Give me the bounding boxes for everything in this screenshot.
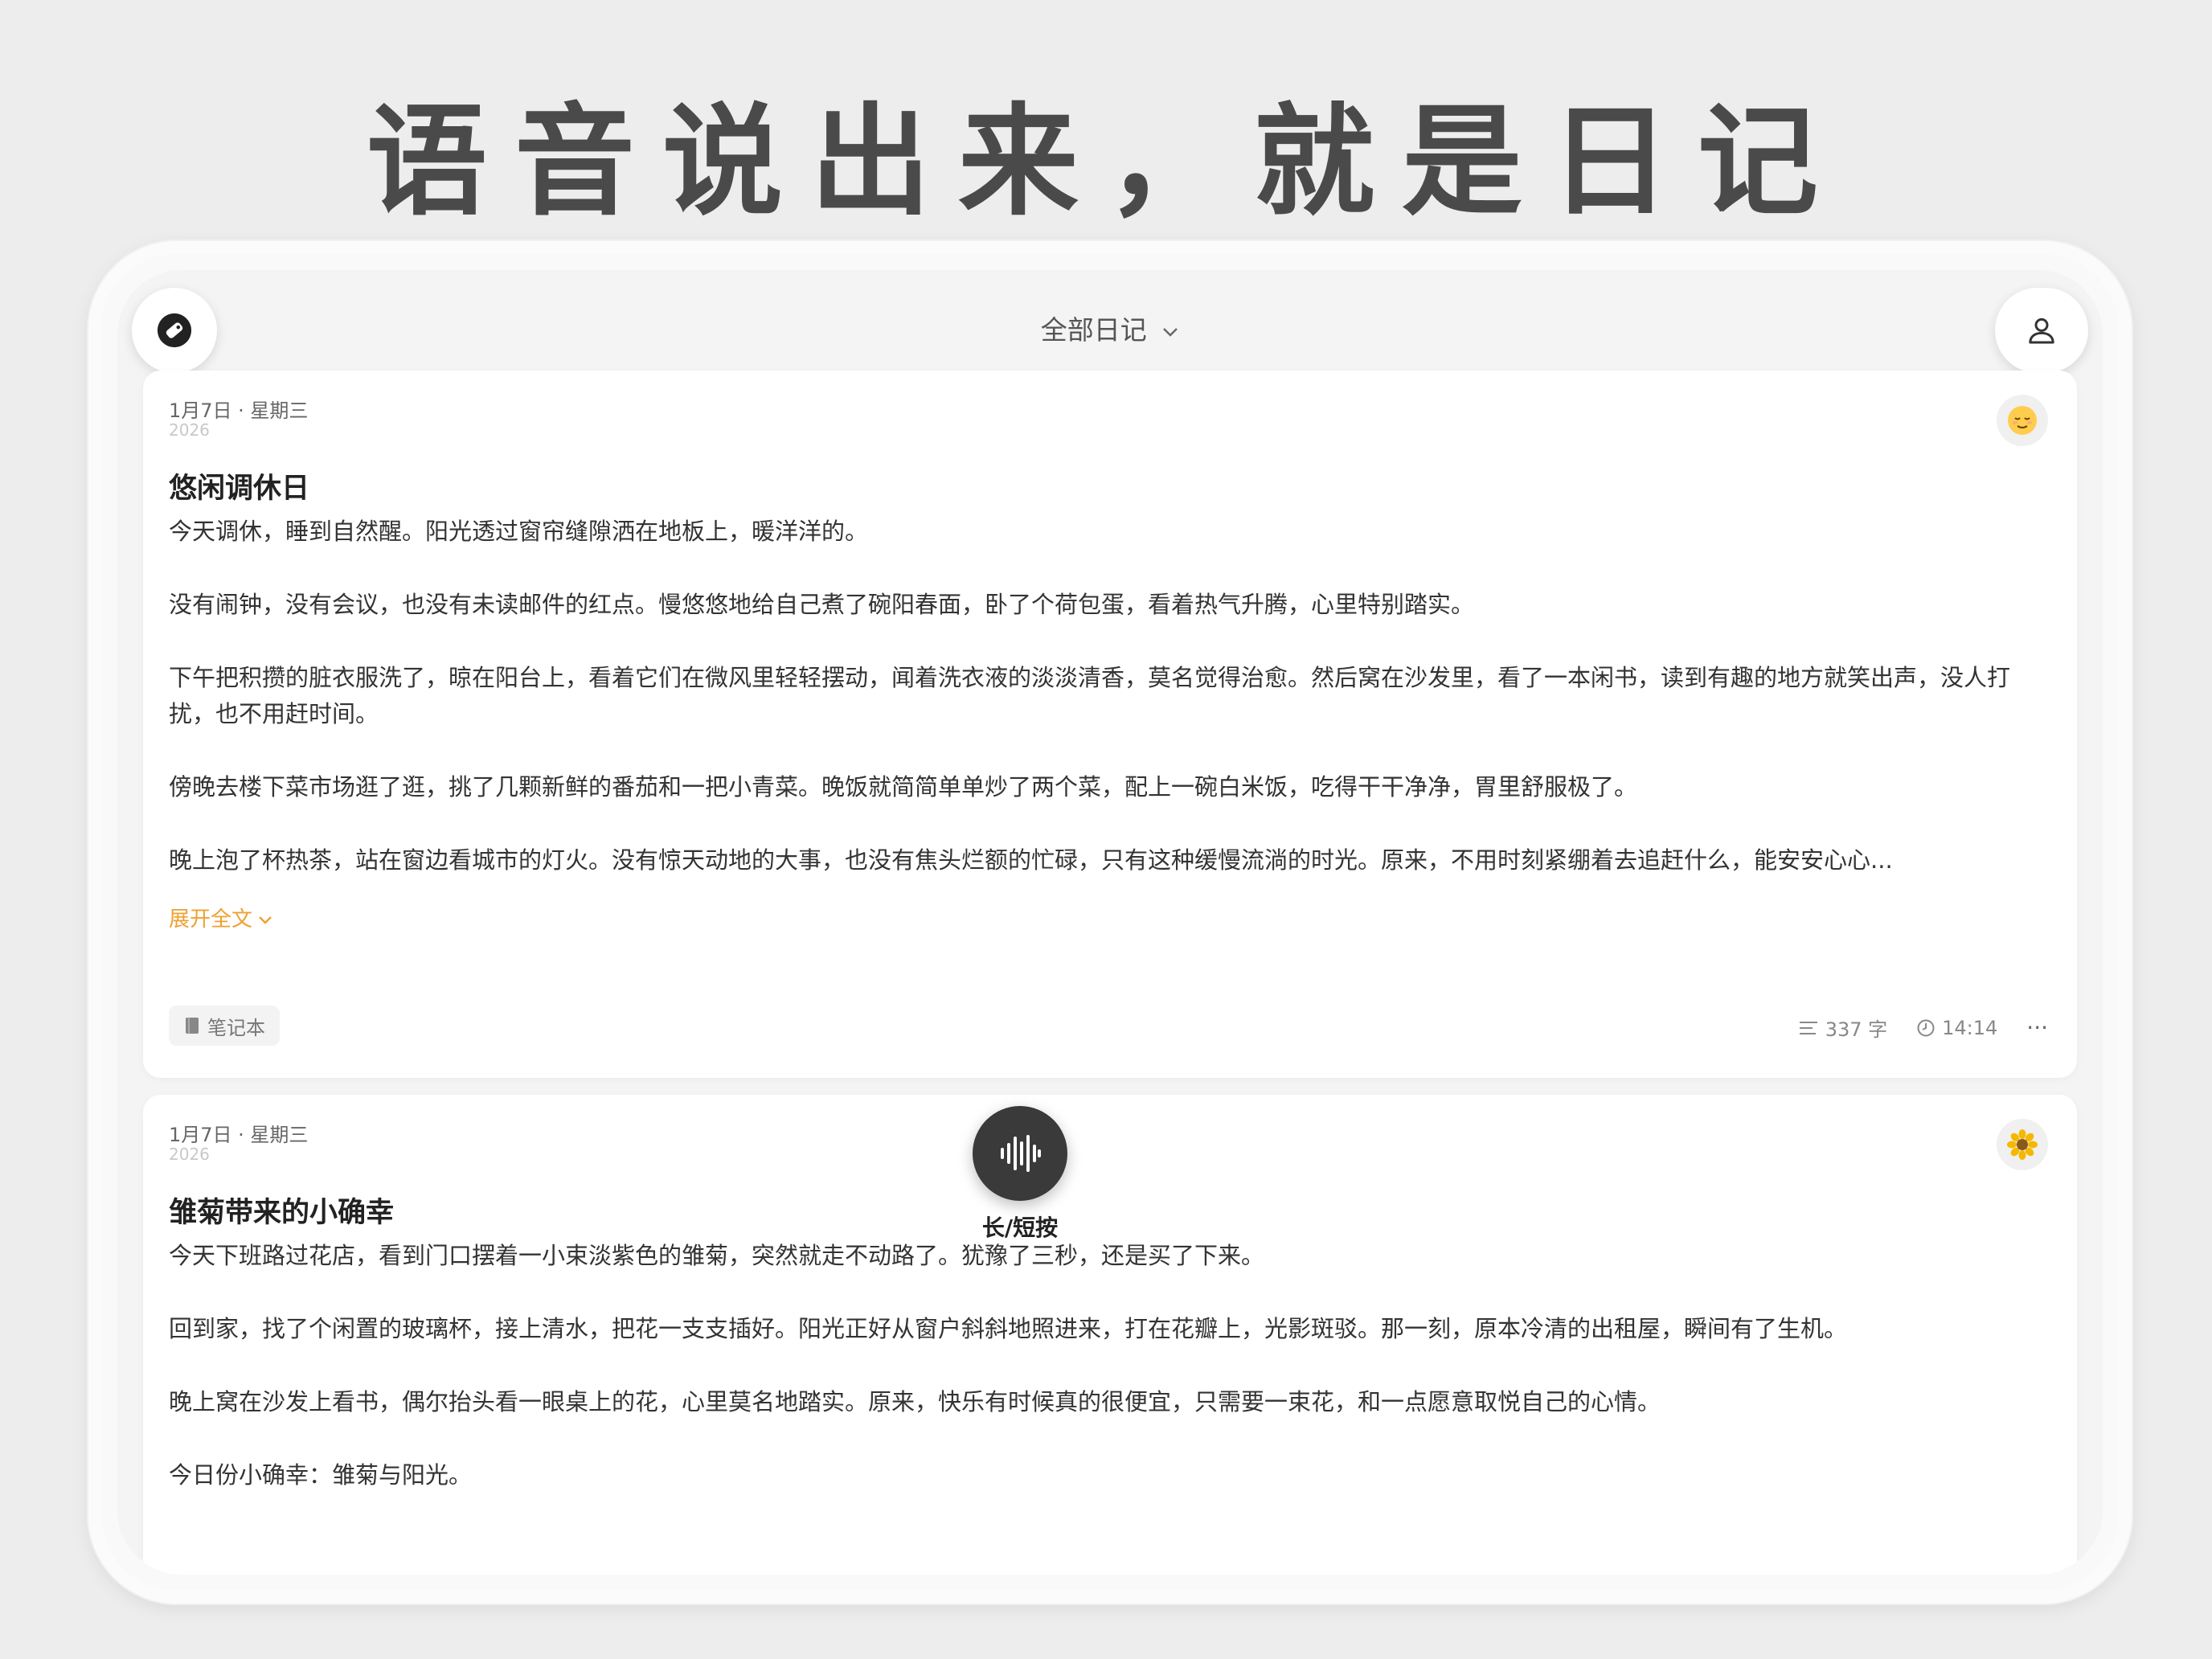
entry-paragraph: 今天下班路过花店，看到门口摆着一小束淡紫色的雏菊，突然就走不动路了。犹豫了三秒，…	[169, 1242, 1265, 1269]
entry-title: 悠闲调休日	[169, 473, 310, 505]
entry-paragraph: 晚上窝在沙发上看书，偶尔抬头看一眼桌上的花，心里莫名地踏实。原来，快乐有时候真的…	[169, 1388, 1661, 1415]
entry-paragraph: 下午把积攒的脏衣服洗了，晾在阳台上，看着它们在微风里轻轻摆动，闻着洗衣液的淡淡清…	[169, 664, 2011, 727]
entry-paragraph: 没有闹钟，没有会议，也没有未读邮件的红点。慢悠悠地给自己煮了碗阳春面，卧了个荷包…	[169, 591, 1475, 618]
entry-body: 今天调休，睡到自然醒。阳光透过窗帘缝隙洒在地板上，暖洋洋的。 没有闹钟，没有会议…	[169, 514, 2037, 879]
entry-paragraph: 回到家，找了个闲置的玻璃杯，接上清水，把花一支支插好。阳光正好从窗户斜斜地照进来…	[169, 1315, 1848, 1342]
entry-body: 今天下班路过花店，看到门口摆着一小束淡紫色的雏菊，突然就走不动路了。犹豫了三秒，…	[169, 1238, 2037, 1530]
mood-badge[interactable]	[1997, 1119, 2048, 1170]
entry-meta: 337 字 14:14 ···	[1798, 1014, 2048, 1042]
notebook-label: 笔记本	[207, 1016, 265, 1039]
profile-button[interactable]	[1995, 288, 2088, 373]
top-bar: 全部日记	[117, 270, 2103, 373]
entry-paragraph: 今天调休，睡到自然醒。阳光透过窗帘缝隙洒在地板上，暖洋洋的。	[169, 518, 869, 545]
diary-entry-card[interactable]: 1月7日 · 星期三 2026 悠闲调休日 今天调休，睡到自然醒。阳光透过窗帘缝…	[143, 371, 2077, 1078]
chevron-down-icon	[259, 916, 272, 924]
entry-time: 14:14	[1916, 1017, 1997, 1039]
more-options-button[interactable]: ···	[2026, 1014, 2048, 1041]
entry-time-value: 14:14	[1942, 1016, 1998, 1039]
expand-label: 展开全文	[169, 907, 253, 932]
entry-paragraph: 晚上泡了杯热茶，站在窗边看城市的灯火。没有惊天动地的大事，也没有焦头烂额的忙碌，…	[169, 846, 1893, 874]
journal-filter-label: 全部日记	[1040, 314, 1147, 346]
promo-headline: 语音说出来，就是日记	[366, 92, 1845, 232]
sunflower-emoji	[2007, 1129, 2038, 1160]
mood-badge[interactable]	[1997, 395, 2048, 446]
relieved-face-emoji	[2008, 406, 2037, 435]
chevron-down-icon	[1163, 327, 1178, 337]
entry-paragraph: 傍晚去楼下菜市场逛了逛，挑了几颗新鲜的番茄和一把小青菜。晚饭就简简单单炒了两个菜…	[169, 773, 1638, 801]
voice-record-hint: 长/短按	[981, 1215, 1059, 1241]
entry-paragraph: 今日份小确幸：雏菊与阳光。	[169, 1461, 473, 1489]
word-count: 337 字	[1798, 1014, 1887, 1042]
user-icon	[2029, 317, 2054, 344]
word-count-value: 337 字	[1825, 1018, 1888, 1041]
notebook-tag[interactable]: 笔记本	[169, 1006, 280, 1046]
clock-icon	[1917, 1019, 1935, 1036]
journal-filter-dropdown[interactable]: 全部日记	[117, 309, 2103, 347]
entry-year: 2026	[169, 1145, 210, 1164]
entry-date: 1月7日 · 星期三	[169, 399, 309, 422]
voice-record-button[interactable]	[973, 1106, 1067, 1201]
notebook-icon	[186, 1018, 199, 1034]
app-screen: 全部日记 1月7日 · 星期三 2026 悠闲调休日 今天调休，睡到自然醒。阳光…	[117, 270, 2103, 1575]
entry-year: 2026	[169, 420, 210, 440]
tablet-frame: 全部日记 1月7日 · 星期三 2026 悠闲调休日 今天调休，睡到自然醒。阳光…	[88, 241, 2132, 1604]
entry-date: 1月7日 · 星期三	[169, 1124, 309, 1146]
diary-entry-card[interactable]: 1月7日 · 星期三 2026 雏菊带来的小确幸 今天下班路过花店，看到门口摆着…	[143, 1095, 2077, 1575]
expand-full-text-link[interactable]: 展开全文	[169, 903, 273, 932]
entry-title: 雏菊带来的小确幸	[169, 1197, 395, 1229]
voice-waveform-icon	[1001, 1135, 1041, 1172]
text-lines-icon	[1799, 1021, 1817, 1034]
